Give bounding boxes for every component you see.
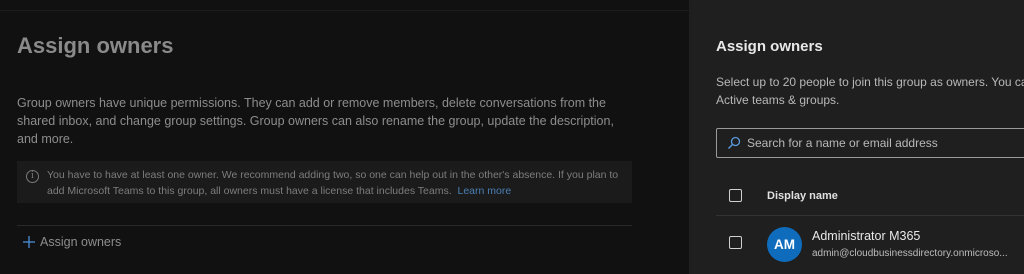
background-page: Assign owners Group owners have unique p… (0, 0, 689, 274)
panel-description-line1: Select up to 20 people to join this grou… (716, 75, 1024, 89)
page-title: Assign owners (17, 33, 174, 58)
top-divider (0, 10, 689, 11)
panel-description: Select up to 20 people to join this grou… (716, 73, 1024, 109)
info-icon: i (26, 170, 39, 183)
user-email: admin@cloudbusinessdirectory.onmicroso..… (812, 248, 1008, 259)
search-box[interactable] (716, 128, 1024, 158)
assign-owners-label: Assign owners (40, 235, 122, 249)
assign-owners-button[interactable]: Assign owners (22, 235, 121, 249)
info-banner-message: You have to have at least one owner. We … (47, 169, 619, 197)
avatar: AM (767, 227, 802, 262)
search-input[interactable] (747, 129, 1024, 157)
search-icon (728, 136, 741, 149)
column-header-display-name[interactable]: Display name (767, 190, 838, 202)
assign-owners-panel: Assign owners Select up to 20 people to … (689, 0, 1024, 274)
page-description: Group owners have unique permissions. Th… (17, 96, 614, 146)
panel-title: Assign owners (716, 38, 823, 55)
plus-icon (23, 236, 35, 248)
row-checkbox[interactable] (729, 236, 742, 249)
info-banner-text: You have to have at least one owner. We … (47, 167, 627, 199)
section-divider (17, 225, 632, 226)
panel-description-line2: Active teams & groups. (716, 93, 840, 107)
info-banner: i You have to have at least one owner. W… (17, 161, 632, 203)
select-all-checkbox[interactable] (729, 189, 742, 202)
learn-more-link[interactable]: Learn more (458, 185, 512, 197)
user-display-name: Administrator M365 (812, 229, 921, 243)
header-separator (716, 215, 1024, 216)
